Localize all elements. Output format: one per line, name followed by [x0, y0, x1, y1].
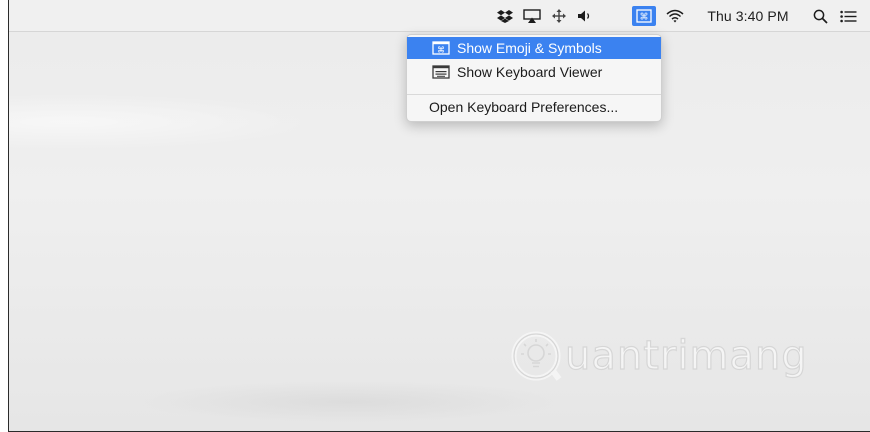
watermark: uantrimang	[509, 320, 808, 392]
spotlight-icon[interactable]	[810, 0, 830, 32]
keyboard-viewer-icon	[432, 65, 450, 79]
watermark-text: uantrimang	[564, 332, 808, 379]
menu-item-label: Show Keyboard Viewer	[457, 64, 603, 80]
input-menu-icon[interactable]: ⌘	[632, 6, 656, 26]
menu-item-open-keyboard-preferences[interactable]: Open Keyboard Preferences...	[407, 96, 661, 118]
desktop-screen: ⌘ Thu 3:40 PM ⌘ Show Emoji & Symbols Sho…	[8, 0, 870, 432]
svg-text:⌘: ⌘	[640, 13, 649, 23]
volume-icon[interactable]	[575, 0, 595, 32]
drag-arrows-icon[interactable]	[549, 0, 569, 32]
wifi-icon[interactable]	[664, 0, 686, 32]
menu-separator	[407, 94, 661, 95]
menu-item-label: Show Emoji & Symbols	[457, 40, 602, 56]
menu-item-show-keyboard-viewer[interactable]: Show Keyboard Viewer	[407, 61, 661, 83]
clock-text: Thu 3:40 PM	[707, 8, 789, 24]
svg-text:⌘: ⌘	[437, 46, 445, 55]
quantrimang-logo-icon	[511, 331, 562, 381]
menu-item-label: Open Keyboard Preferences...	[429, 99, 619, 115]
input-menu-dropdown: ⌘ Show Emoji & Symbols Show Keyboard Vie…	[406, 34, 662, 122]
notification-center-icon[interactable]	[837, 0, 859, 32]
dropbox-icon[interactable]	[495, 0, 515, 32]
menu-bar-clock[interactable]: Thu 3:40 PM	[699, 0, 797, 32]
menu-bar: ⌘ Thu 3:40 PM	[9, 0, 870, 32]
airplay-icon[interactable]	[521, 0, 543, 32]
emoji-viewer-icon: ⌘	[432, 41, 450, 55]
menu-item-show-emoji-symbols[interactable]: ⌘ Show Emoji & Symbols	[407, 37, 661, 59]
